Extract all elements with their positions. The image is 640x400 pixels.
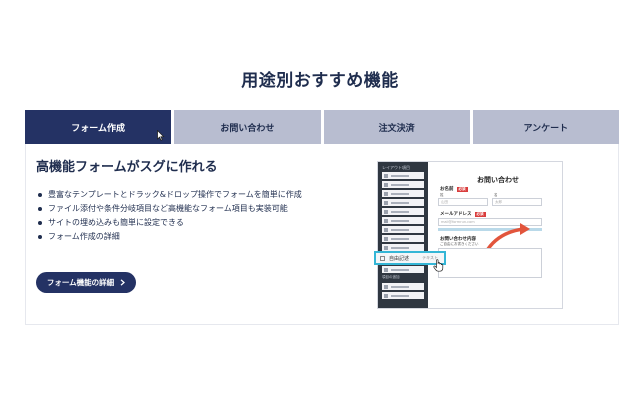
mouse-cursor-icon: [157, 130, 165, 141]
sidebar-field-item: [382, 226, 424, 233]
drag-chip-label: 自由記述: [389, 255, 410, 262]
name-label: お名前 必須: [440, 187, 468, 192]
tab-inquiry[interactable]: お問い合わせ: [174, 110, 321, 144]
sidebar-field-item: [382, 172, 424, 179]
first-name-field: 太郎: [492, 198, 542, 206]
sidebar-field-item: [382, 217, 424, 224]
tab-label: 注文決済: [378, 123, 415, 134]
feature-item: フォーム作成の詳細: [38, 230, 302, 244]
sidebar-field-item: [382, 181, 424, 188]
panel-heading: 高機能フォームがスグに作れる: [36, 160, 218, 175]
required-badge: 必須: [456, 187, 468, 192]
bullet-icon: [38, 221, 42, 225]
tab-label: お問い合わせ: [220, 123, 275, 134]
mock-form-title: お問い合わせ: [477, 176, 519, 184]
text-field-icon: [380, 255, 385, 261]
sidebar-heading: レイアウト項目: [382, 165, 410, 170]
form-builder-screenshot: レイアウト項目 項目の追加 お問い合わせ お名前 必須 姓 名 山田 太郎 メール…: [374, 161, 564, 309]
tab-order-payment[interactable]: 注文決済: [323, 110, 470, 144]
tab-form-creation[interactable]: フォーム作成: [25, 110, 172, 144]
sidebar-field-item: [382, 283, 424, 290]
builder-sidebar: レイアウト項目 項目の追加: [378, 162, 428, 308]
tab-panel: 高機能フォームがスグに作れる 豊富なテンプレートとドラック&ドロップ操作でフォー…: [25, 144, 619, 325]
sidebar-subheading: 項目の追加: [382, 275, 400, 279]
sidebar-field-item: [382, 190, 424, 197]
form-feature-detail-button[interactable]: フォーム機能の詳細: [36, 272, 136, 293]
email-label: メールアドレス 必須: [440, 212, 486, 217]
section-title: 用途別おすすめ機能: [241, 71, 399, 91]
sidebar-field-item: [382, 292, 424, 299]
feature-tabs: フォーム作成 お問い合わせ 注文決済 アンケート: [25, 110, 619, 144]
chevron-right-icon: [120, 279, 126, 286]
required-badge: 必須: [474, 212, 486, 217]
builder-canvas: お問い合わせ お名前 必須 姓 名 山田 太郎 メールアドレス 必須 mail@fo…: [432, 162, 564, 308]
sidebar-field-item: [382, 266, 424, 273]
feature-item: ファイル添付や条件分岐項目など高機能なフォーム項目も実装可能: [38, 202, 302, 216]
feature-list: 豊富なテンプレートとドラック&ドロップ操作でフォームを簡単に作成 ファイル添付や…: [38, 188, 302, 244]
tab-label: アンケート: [523, 123, 569, 134]
tab-survey[interactable]: アンケート: [472, 110, 619, 144]
last-name-field: 山田: [438, 198, 488, 206]
feature-item: 豊富なテンプレートとドラック&ドロップ操作でフォームを簡単に作成: [38, 188, 302, 202]
inquiry-sublabel: ご自由にお書きください: [440, 242, 479, 246]
sidebar-field-item: [382, 244, 424, 251]
bullet-icon: [38, 207, 42, 211]
bullet-icon: [38, 235, 42, 239]
hand-cursor-icon: [433, 259, 444, 272]
feature-item: サイトの埋め込みも簡単に設定できる: [38, 216, 302, 230]
tab-label: フォーム作成: [71, 123, 125, 134]
inquiry-textarea: [438, 248, 542, 278]
sidebar-field-item: [382, 208, 424, 215]
sidebar-field-item: [382, 235, 424, 242]
bullet-icon: [38, 193, 42, 197]
sidebar-field-item: [382, 199, 424, 206]
